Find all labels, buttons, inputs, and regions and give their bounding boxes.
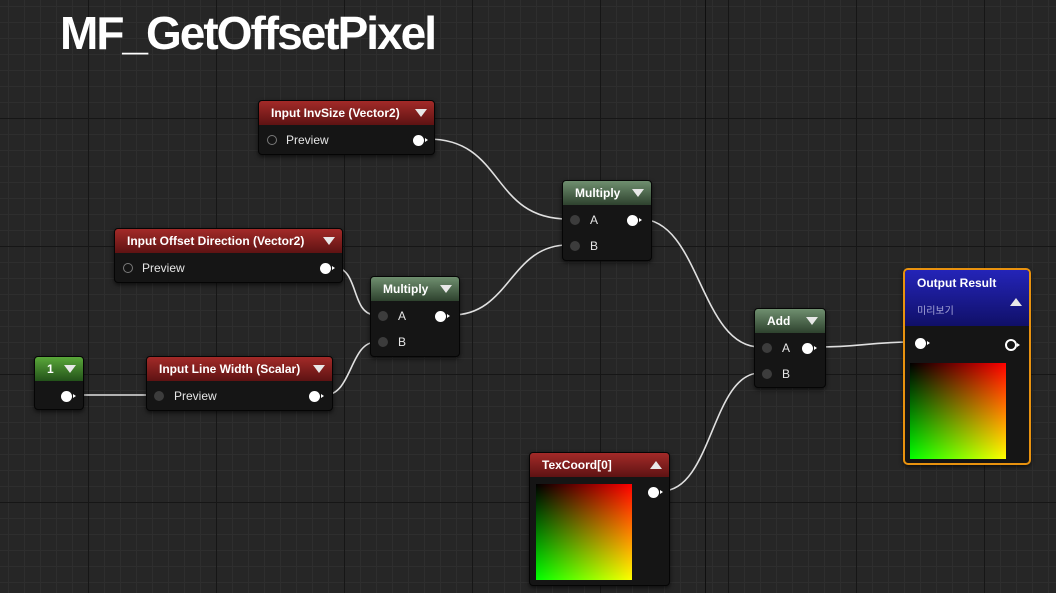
- pin-label-a: A: [782, 341, 791, 355]
- add-node[interactable]: Add A B: [754, 308, 826, 388]
- triangle-up-icon[interactable]: [1010, 298, 1022, 306]
- node-title: TexCoord[0]: [542, 458, 612, 472]
- output-pin[interactable]: [309, 391, 324, 402]
- multiply-top-node[interactable]: Multiply A B: [562, 180, 652, 261]
- node-header[interactable]: Input InvSize (Vector2): [259, 101, 434, 125]
- output-pin[interactable]: [320, 263, 335, 274]
- input-pin-a[interactable]: [570, 215, 580, 225]
- wire-add-to-output: [817, 341, 915, 348]
- node-header[interactable]: TexCoord[0]: [530, 453, 669, 477]
- node-title: Multiply: [383, 282, 429, 296]
- triangle-down-icon[interactable]: [632, 189, 644, 197]
- node-header[interactable]: Multiply: [371, 277, 459, 301]
- triangle-down-icon[interactable]: [806, 317, 818, 325]
- node-header[interactable]: Input Offset Direction (Vector2): [115, 229, 342, 253]
- input-pin-b[interactable]: [378, 337, 388, 347]
- node-header[interactable]: Multiply: [563, 181, 651, 205]
- node-title: Add: [767, 314, 791, 328]
- input-line-width-node[interactable]: Input Line Width (Scalar) Preview: [146, 356, 333, 411]
- wire-texcoord-to-add-b: [661, 372, 761, 492]
- connection-wires: [73, 138, 915, 492]
- node-title: Input InvSize (Vector2): [271, 106, 400, 120]
- output-pin[interactable]: [627, 215, 642, 226]
- pin-label-a: A: [398, 309, 407, 323]
- node-title: 1: [47, 362, 54, 376]
- output-pin[interactable]: [413, 135, 428, 146]
- wire-invsize-to-multiply-top-a: [427, 138, 569, 220]
- node-header[interactable]: Input Line Width (Scalar): [147, 357, 332, 381]
- triangle-down-icon[interactable]: [313, 365, 325, 373]
- node-title: Multiply: [575, 186, 621, 200]
- input-pin-b[interactable]: [570, 241, 580, 251]
- preview-input-pin[interactable]: [154, 391, 164, 401]
- pin-label-b: B: [782, 367, 791, 381]
- input-offset-direction-node[interactable]: Input Offset Direction (Vector2) Preview: [114, 228, 343, 283]
- input-pin-a[interactable]: [762, 343, 772, 353]
- wire-multiply-bottom-to-multiply-top-b: [451, 244, 569, 316]
- output-result-node[interactable]: Output Result 미리보기: [903, 268, 1031, 465]
- triangle-down-icon[interactable]: [440, 285, 452, 293]
- output-pin[interactable]: [61, 391, 76, 402]
- input-pin-b[interactable]: [762, 369, 772, 379]
- preview-input-pin[interactable]: [123, 263, 133, 273]
- input-pin-a[interactable]: [378, 311, 388, 321]
- pin-label: Preview: [174, 389, 217, 403]
- node-title: Input Offset Direction (Vector2): [127, 234, 305, 248]
- node-header[interactable]: 1: [35, 357, 83, 381]
- output-pin[interactable]: [648, 487, 663, 498]
- pin-label: Preview: [142, 261, 185, 275]
- node-title: Input Line Width (Scalar): [159, 362, 301, 376]
- triangle-down-icon[interactable]: [323, 237, 335, 245]
- output-pin[interactable]: [435, 311, 450, 322]
- triangle-up-icon[interactable]: [650, 461, 662, 469]
- triangle-down-icon[interactable]: [415, 109, 427, 117]
- node-title: Output Result: [917, 276, 997, 290]
- input-pin[interactable]: [915, 338, 930, 349]
- output-preview: [910, 363, 1006, 459]
- input-invsize-node[interactable]: Input InvSize (Vector2) Preview: [258, 100, 435, 155]
- preview-subtitle: 미리보기: [917, 306, 954, 317]
- constant-node[interactable]: 1: [34, 356, 84, 410]
- node-header[interactable]: Output Result: [905, 270, 1029, 326]
- output-pin[interactable]: [1005, 339, 1020, 351]
- preview-input-pin[interactable]: [267, 135, 277, 145]
- pin-label-b: B: [590, 239, 599, 253]
- multiply-bottom-node[interactable]: Multiply A B: [370, 276, 460, 357]
- triangle-down-icon[interactable]: [64, 365, 76, 373]
- pin-label: Preview: [286, 133, 329, 147]
- wire-multiply-top-to-add-a: [639, 218, 761, 348]
- texcoord-preview: [536, 484, 632, 580]
- pin-label-b: B: [398, 335, 407, 349]
- node-header[interactable]: Add: [755, 309, 825, 333]
- texcoord-node[interactable]: TexCoord[0]: [529, 452, 670, 586]
- pin-label-a: A: [590, 213, 599, 227]
- output-pin[interactable]: [802, 343, 817, 354]
